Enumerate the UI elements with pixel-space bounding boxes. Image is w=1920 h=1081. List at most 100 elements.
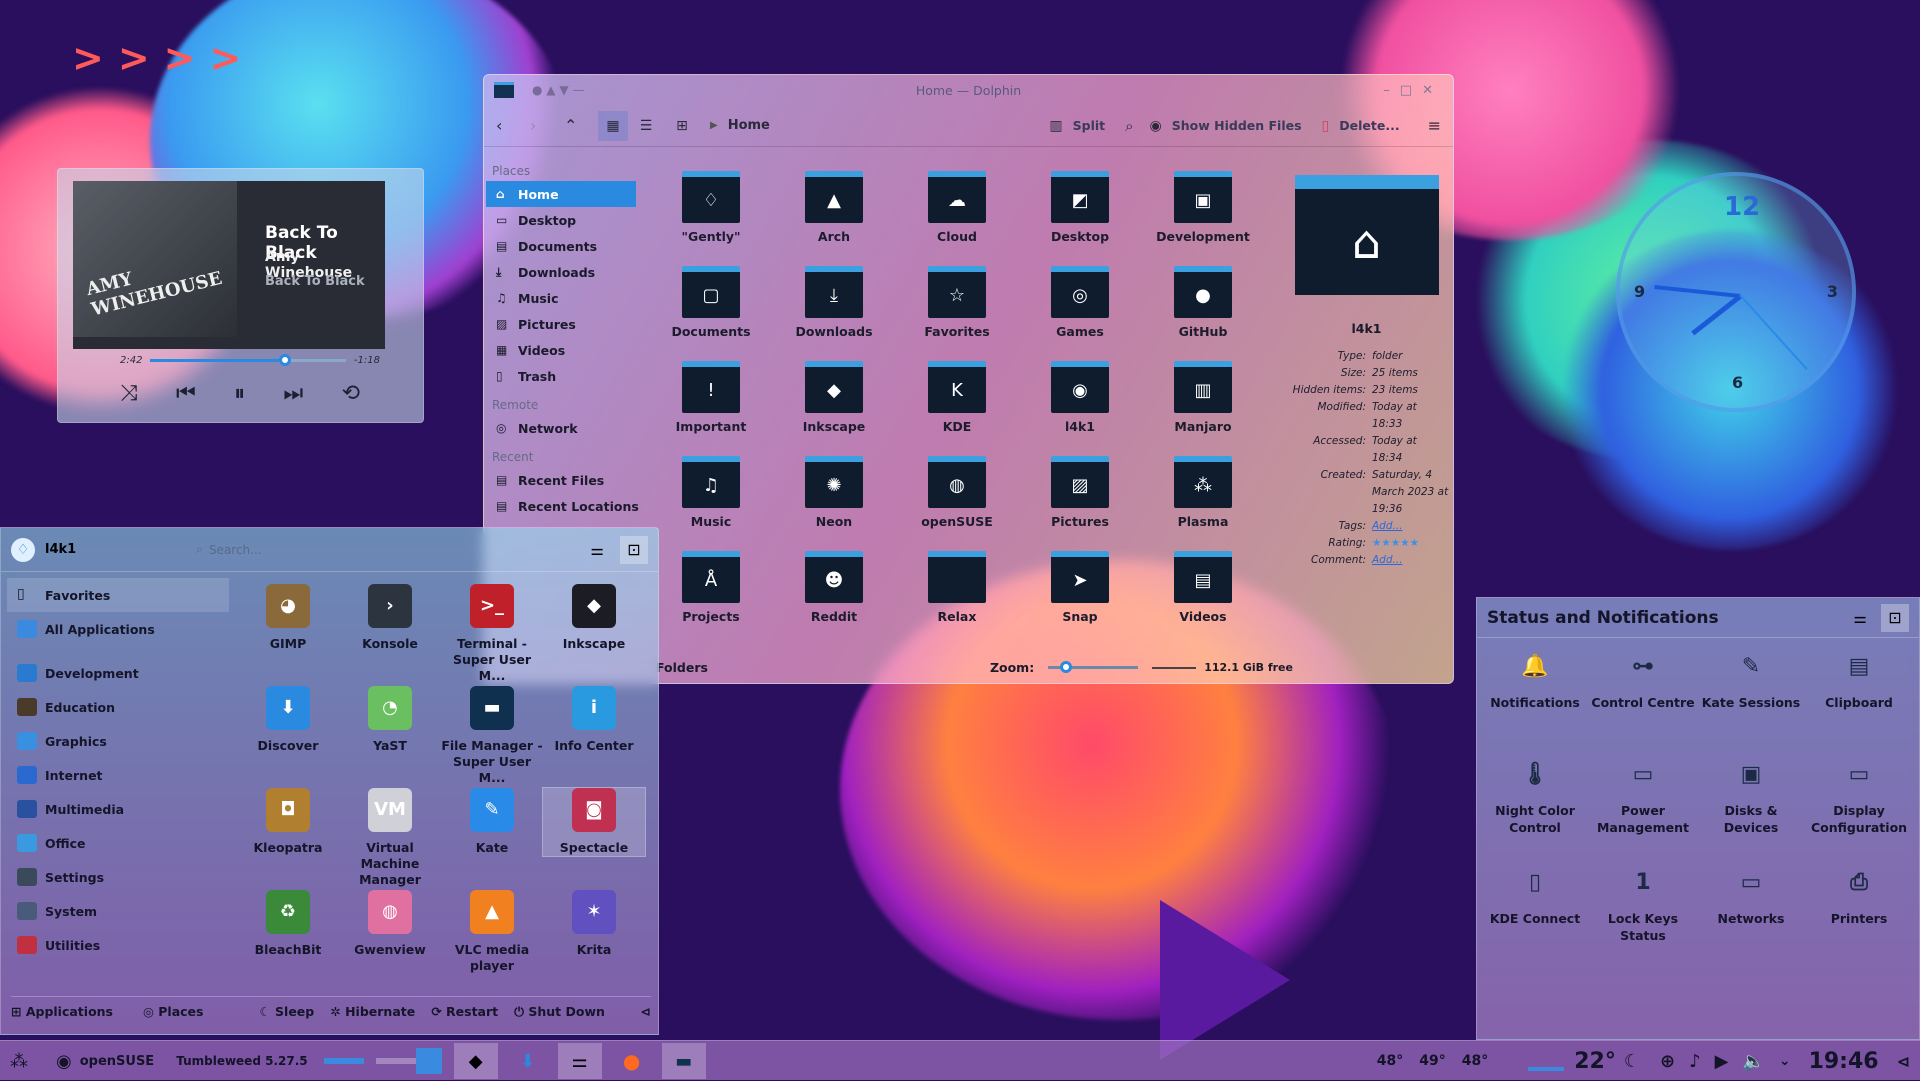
folder-item[interactable]: ◍ openSUSE	[902, 456, 1012, 529]
show-desktop-icon[interactable]: ⊲	[1897, 1052, 1910, 1071]
category-utilities[interactable]: Utilities	[7, 928, 229, 962]
pin-icon[interactable]: ⊡	[620, 535, 648, 564]
shuffle-icon[interactable]: ⤨	[120, 381, 138, 406]
app-item[interactable]: ✶ Krita	[543, 890, 645, 958]
sleep-button[interactable]: ☾ Sleep	[259, 1004, 314, 1019]
folder-item[interactable]: ➤ Snap	[1025, 551, 1135, 624]
seek-slider[interactable]	[150, 353, 346, 366]
status-item[interactable]: 1 Lock Keys Status	[1589, 872, 1697, 944]
app-item[interactable]: ▲ VLC media player	[441, 890, 543, 974]
folder-item[interactable]: ♢ "Gently"	[656, 171, 766, 244]
pager-desktop-1[interactable]	[323, 1058, 364, 1064]
category-development[interactable]: Development	[7, 656, 229, 690]
status-item[interactable]: ▤ Clipboard	[1805, 656, 1913, 711]
category-internet[interactable]: Internet	[7, 758, 229, 792]
pause-icon[interactable]: ⏸	[234, 381, 245, 406]
weather-temp[interactable]: 22°	[1574, 1049, 1616, 1074]
folder-item[interactable]: ◩ Desktop	[1025, 171, 1135, 244]
menu-icon[interactable]: ≡	[1428, 116, 1441, 135]
back-icon[interactable]: ‹	[496, 116, 530, 135]
folder-item[interactable]: ▢ Documents	[656, 266, 766, 339]
next-track-icon[interactable]: ⏭	[283, 381, 303, 406]
task-inkscape[interactable]: ◆	[453, 1043, 498, 1079]
folder-item[interactable]: K KDE	[902, 361, 1012, 434]
status-item[interactable]: ▯ KDE Connect	[1481, 872, 1589, 927]
app-item[interactable]: › Konsole	[339, 584, 441, 652]
category-office[interactable]: Office	[7, 826, 229, 860]
hibernate-button[interactable]: ✲ Hibernate	[330, 1004, 415, 1019]
pin-icon[interactable]: ⊡	[1881, 603, 1909, 632]
place-pictures[interactable]: ▨ Pictures	[486, 311, 644, 337]
folder-item[interactable]: ◆ Inkscape	[779, 361, 889, 434]
category-system[interactable]: System	[7, 894, 229, 928]
status-item[interactable]: ▭ Power Management	[1589, 764, 1697, 836]
folder-item[interactable]: ◉ l4k1	[1025, 361, 1135, 434]
app-item[interactable]: ◙ Spectacle	[542, 787, 646, 857]
configure-icon[interactable]: ⚌	[1854, 609, 1867, 627]
category-favorites[interactable]: ▯ Favorites	[7, 578, 229, 612]
folder-item[interactable]: ♫ Music	[656, 456, 766, 529]
place-videos[interactable]: ▦ Videos	[486, 337, 644, 363]
places-tab[interactable]: ◎ Places	[143, 1004, 203, 1019]
search-field[interactable]: ⌕ Search...	[196, 536, 526, 564]
app-item[interactable]: VM Virtual Machine Manager	[339, 788, 441, 888]
app-item[interactable]: ◆ Inkscape	[543, 584, 645, 652]
app-menu-icon[interactable]: ⁂	[10, 1051, 28, 1072]
audio-player-icon[interactable]: ♪	[1689, 1051, 1701, 1072]
applications-tab[interactable]: ⊞ Applications	[11, 1004, 113, 1019]
place-recent-locations[interactable]: ▤ Recent Locations	[486, 493, 644, 519]
status-item[interactable]: ⎙ Printers	[1805, 872, 1913, 927]
category-graphics[interactable]: Graphics	[7, 724, 229, 758]
app-item[interactable]: ✎ Kate	[441, 788, 543, 856]
leave-icon[interactable]: ⊲	[641, 1004, 651, 1019]
folder-item[interactable]: ● GitHub	[1148, 266, 1258, 339]
status-item[interactable]: ▭ Networks	[1697, 872, 1805, 927]
folder-item[interactable]: ✺ Neon	[779, 456, 889, 529]
task-dolphin[interactable]: ▬	[661, 1043, 706, 1079]
place-home[interactable]: ⌂ Home	[486, 181, 636, 207]
folder-item[interactable]: ☻ Reddit	[779, 551, 889, 624]
app-item[interactable]: ◘ Kleopatra	[237, 788, 339, 856]
configure-icon[interactable]: ⚌	[591, 541, 604, 559]
app-item[interactable]: ♻ BleachBit	[237, 890, 339, 958]
folder-item[interactable]: ⁂ Plasma	[1148, 456, 1258, 529]
folder-item[interactable]: ▣ Development	[1148, 171, 1258, 244]
search-input[interactable]: Search...	[209, 543, 262, 557]
place-music[interactable]: ♫ Music	[486, 285, 644, 311]
app-item[interactable]: ◍ Gwenview	[339, 890, 441, 958]
status-item[interactable]: ▭ Display Configuration	[1805, 764, 1913, 836]
app-item[interactable]: >_ Terminal - Super User M...	[441, 584, 543, 684]
play-icon[interactable]: ▶	[1715, 1051, 1729, 1072]
category-all-applications[interactable]: All Applications	[7, 612, 229, 646]
app-item[interactable]: ▬ File Manager - Super User M...	[441, 686, 543, 786]
repeat-icon[interactable]: ⟲	[342, 381, 360, 406]
app-item[interactable]: ⬇ Discover	[237, 686, 339, 754]
category-multimedia[interactable]: Multimedia	[7, 792, 229, 826]
delete-button[interactable]: Delete...	[1339, 118, 1399, 133]
close-icon[interactable]: ✕	[1422, 83, 1443, 98]
folder-item[interactable]: ▲ Arch	[779, 171, 889, 244]
folder-item[interactable]: ▤ Videos	[1148, 551, 1258, 624]
breadcrumb[interactable]: Home	[728, 118, 770, 133]
pager-desktop-2[interactable]	[375, 1058, 416, 1064]
place-downloads[interactable]: ⤓ Downloads	[486, 259, 644, 285]
place-desktop[interactable]: ▭ Desktop	[486, 207, 644, 233]
split-button[interactable]: Split	[1073, 118, 1106, 133]
folder-item[interactable]: ☁ Cloud	[902, 171, 1012, 244]
app-item[interactable]: ◔ YaST	[339, 686, 441, 754]
zoom-slider[interactable]	[1048, 661, 1139, 673]
folder-item[interactable]: Relax	[902, 551, 1012, 624]
app-item[interactable]: i Info Center	[543, 686, 645, 754]
category-settings[interactable]: Settings	[7, 860, 229, 894]
shutdown-button[interactable]: ⏻ Shut Down	[514, 1004, 605, 1020]
folder-item[interactable]: ⤓ Downloads	[779, 266, 889, 339]
folder-item[interactable]: ! Important	[656, 361, 766, 434]
app-item[interactable]: ◕ GIMP	[237, 584, 339, 652]
folder-item[interactable]: ▥ Manjaro	[1148, 361, 1258, 434]
property-value[interactable]: Add...	[1372, 552, 1449, 569]
status-item[interactable]: ▣ Disks & Devices	[1697, 764, 1805, 836]
previous-track-icon[interactable]: ⏮	[176, 381, 196, 406]
task-discover[interactable]: ⬇	[506, 1043, 550, 1079]
status-item[interactable]: ⊶ Control Centre	[1589, 656, 1697, 711]
up-icon[interactable]: ⌃	[564, 116, 598, 135]
